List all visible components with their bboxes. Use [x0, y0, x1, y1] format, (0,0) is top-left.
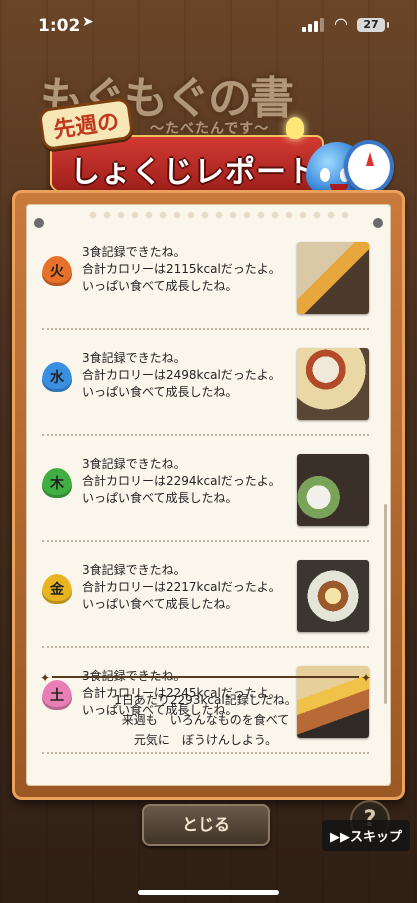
- day-message-line: いっぱい食べて成長したね。: [82, 279, 238, 293]
- day-message-line: 3食記録できたね。: [82, 245, 186, 259]
- day-message-line: 3食記録できたね。: [82, 457, 186, 471]
- day-message-line: 合計カロリーは2294kcalだったよ。: [82, 474, 281, 488]
- day-message-line: 合計カロリーは2498kcalだったよ。: [82, 368, 281, 382]
- day-message-line: いっぱい食べて成長したね。: [82, 491, 238, 505]
- day-message: 3食記録できたね。合計カロリーは2294kcalだったよ。 いっぱい食べて成長した…: [82, 456, 292, 507]
- summary-line-1: 1日あたり2293kcal記録したね。: [114, 693, 297, 707]
- pin-icon: [373, 218, 383, 228]
- wifi-icon: ◠: [334, 14, 348, 33]
- battery-icon: 27: [357, 18, 389, 32]
- day-slime-icon: 金: [42, 574, 72, 604]
- day-slime-icon: 水: [42, 362, 72, 392]
- day-message: 3食記録できたね。合計カロリーは2115kcalだったよ。 いっぱい食べて成長した…: [82, 244, 292, 295]
- report-banner: しょくじレポート 先週の: [37, 96, 324, 198]
- meal-photo[interactable]: [297, 454, 369, 526]
- scrollbar[interactable]: [384, 504, 387, 704]
- report-paper[interactable]: 火 3食記録できたね。 合計カロリーは2115kcalだったよ。 いっぱい食べて成長し…: [26, 204, 391, 786]
- summary-divider: [40, 668, 371, 688]
- home-indicator[interactable]: [138, 890, 279, 895]
- close-button[interactable]: とじる: [142, 804, 270, 846]
- slime-mascot: [300, 128, 394, 198]
- day-message-line: いっぱい食べて成長したね。: [82, 385, 238, 399]
- meal-photo[interactable]: [297, 560, 369, 632]
- status-time: 1:02: [38, 16, 81, 36]
- meal-photo[interactable]: [297, 348, 369, 420]
- day-message-line: 合計カロリーは2217kcalだったよ。: [82, 580, 281, 594]
- status-bar: 1:02 ➤ ◠ 27: [0, 0, 417, 54]
- weekly-summary: 1日あたり2293kcal記録したね。 来週も いろんなものを食べて 元気に ぼ…: [40, 668, 371, 766]
- day-row: 火 3食記録できたね。合計カロリーは2115kcalだったよ。 いっぱい食べて成長し…: [42, 234, 369, 330]
- day-row: 水 3食記録できたね。合計カロリーは2498kcalだったよ。 いっぱい食べて成長し…: [42, 340, 369, 436]
- day-slime-icon: 木: [42, 468, 72, 498]
- meal-photo[interactable]: [297, 242, 369, 314]
- day-message-line: 合計カロリーは2115kcalだったよ。: [82, 262, 281, 276]
- day-message: 3食記録できたね。合計カロリーは2217kcalだったよ。 いっぱい食べて成長した…: [82, 562, 292, 613]
- cellular-signal-icon: [302, 18, 326, 32]
- day-slime-icon: 火: [42, 256, 72, 286]
- day-message-line: 3食記録できたね。: [82, 563, 186, 577]
- day-message-line: いっぱい食べて成長したね。: [82, 597, 238, 611]
- day-message-line: 3食記録できたね。: [82, 351, 186, 365]
- summary-line-3: 元気に ぼうけんしよう。: [133, 733, 278, 747]
- day-row: 木 3食記録できたね。合計カロリーは2294kcalだったよ。 いっぱい食べて成長し…: [42, 446, 369, 542]
- day-row: 金 3食記録できたね。合計カロリーは2217kcalだったよ。 いっぱい食べて成長し…: [42, 552, 369, 648]
- day-message: 3食記録できたね。合計カロリーは2498kcalだったよ。 いっぱい食べて成長した…: [82, 350, 292, 401]
- location-arrow-icon: ➤: [82, 14, 94, 30]
- pin-icon: [34, 218, 44, 228]
- banner-title: しょくじレポート: [70, 155, 318, 190]
- compass-icon: [344, 140, 394, 194]
- skip-button[interactable]: ▶▶スキップ: [322, 820, 410, 851]
- report-board: 火 3食記録できたね。 合計カロリーは2115kcalだったよ。 いっぱい食べて成長し…: [12, 190, 405, 800]
- summary-line-2: 来週も いろんなものを食べて: [121, 713, 290, 727]
